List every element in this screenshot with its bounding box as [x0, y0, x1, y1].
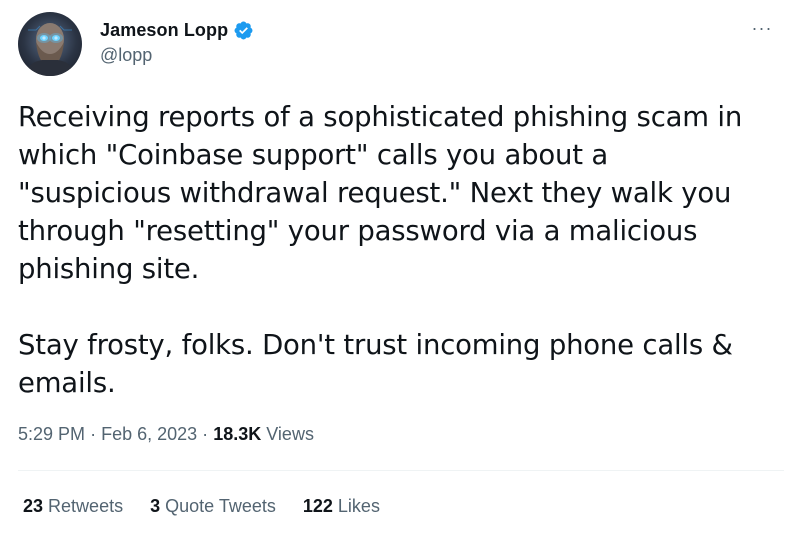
quote-tweets-stat[interactable]: 3 Quote Tweets	[150, 496, 276, 517]
tweet-date[interactable]: Feb 6, 2023	[101, 424, 197, 444]
likes-label: Likes	[337, 496, 380, 516]
tweet-header: Jameson Lopp @lopp ···	[18, 12, 778, 76]
retweets-stat[interactable]: 23 Retweets	[23, 496, 123, 517]
views-count: 18.3K	[213, 424, 262, 444]
display-name[interactable]: Jameson Lopp	[100, 20, 228, 41]
verified-badge-icon	[233, 20, 254, 41]
retweets-label: Retweets	[48, 496, 124, 516]
more-options-button[interactable]: ···	[746, 16, 778, 40]
likes-count: 122	[302, 496, 333, 516]
more-icon: ···	[751, 17, 773, 38]
views-label: Views	[266, 424, 314, 444]
engagement-stats: 23 Retweets 3 Quote Tweets 122 Likes	[23, 496, 407, 517]
author-handle[interactable]: @lopp	[100, 45, 254, 66]
tweet-time[interactable]: 5:29 PM	[18, 424, 85, 444]
avatar-image	[24, 23, 76, 76]
quote-tweets-label: Quote Tweets	[165, 496, 276, 516]
display-name-row: Jameson Lopp	[100, 17, 254, 43]
tweet-meta: 5:29 PM · Feb 6, 2023 · 18.3K Views	[18, 424, 314, 445]
meta-separator: ·	[90, 424, 97, 444]
tweet-card: Jameson Lopp @lopp ··· Receiving reports…	[0, 0, 792, 533]
likes-stat[interactable]: 122 Likes	[303, 496, 380, 517]
avatar[interactable]	[18, 12, 82, 76]
divider	[18, 470, 784, 471]
retweets-count: 23	[23, 496, 44, 516]
quote-tweets-count: 3	[150, 496, 161, 516]
meta-separator: ·	[202, 424, 209, 444]
author-info: Jameson Lopp @lopp	[100, 17, 254, 66]
tweet-text: Receiving reports of a sophisticated phi…	[18, 101, 743, 399]
